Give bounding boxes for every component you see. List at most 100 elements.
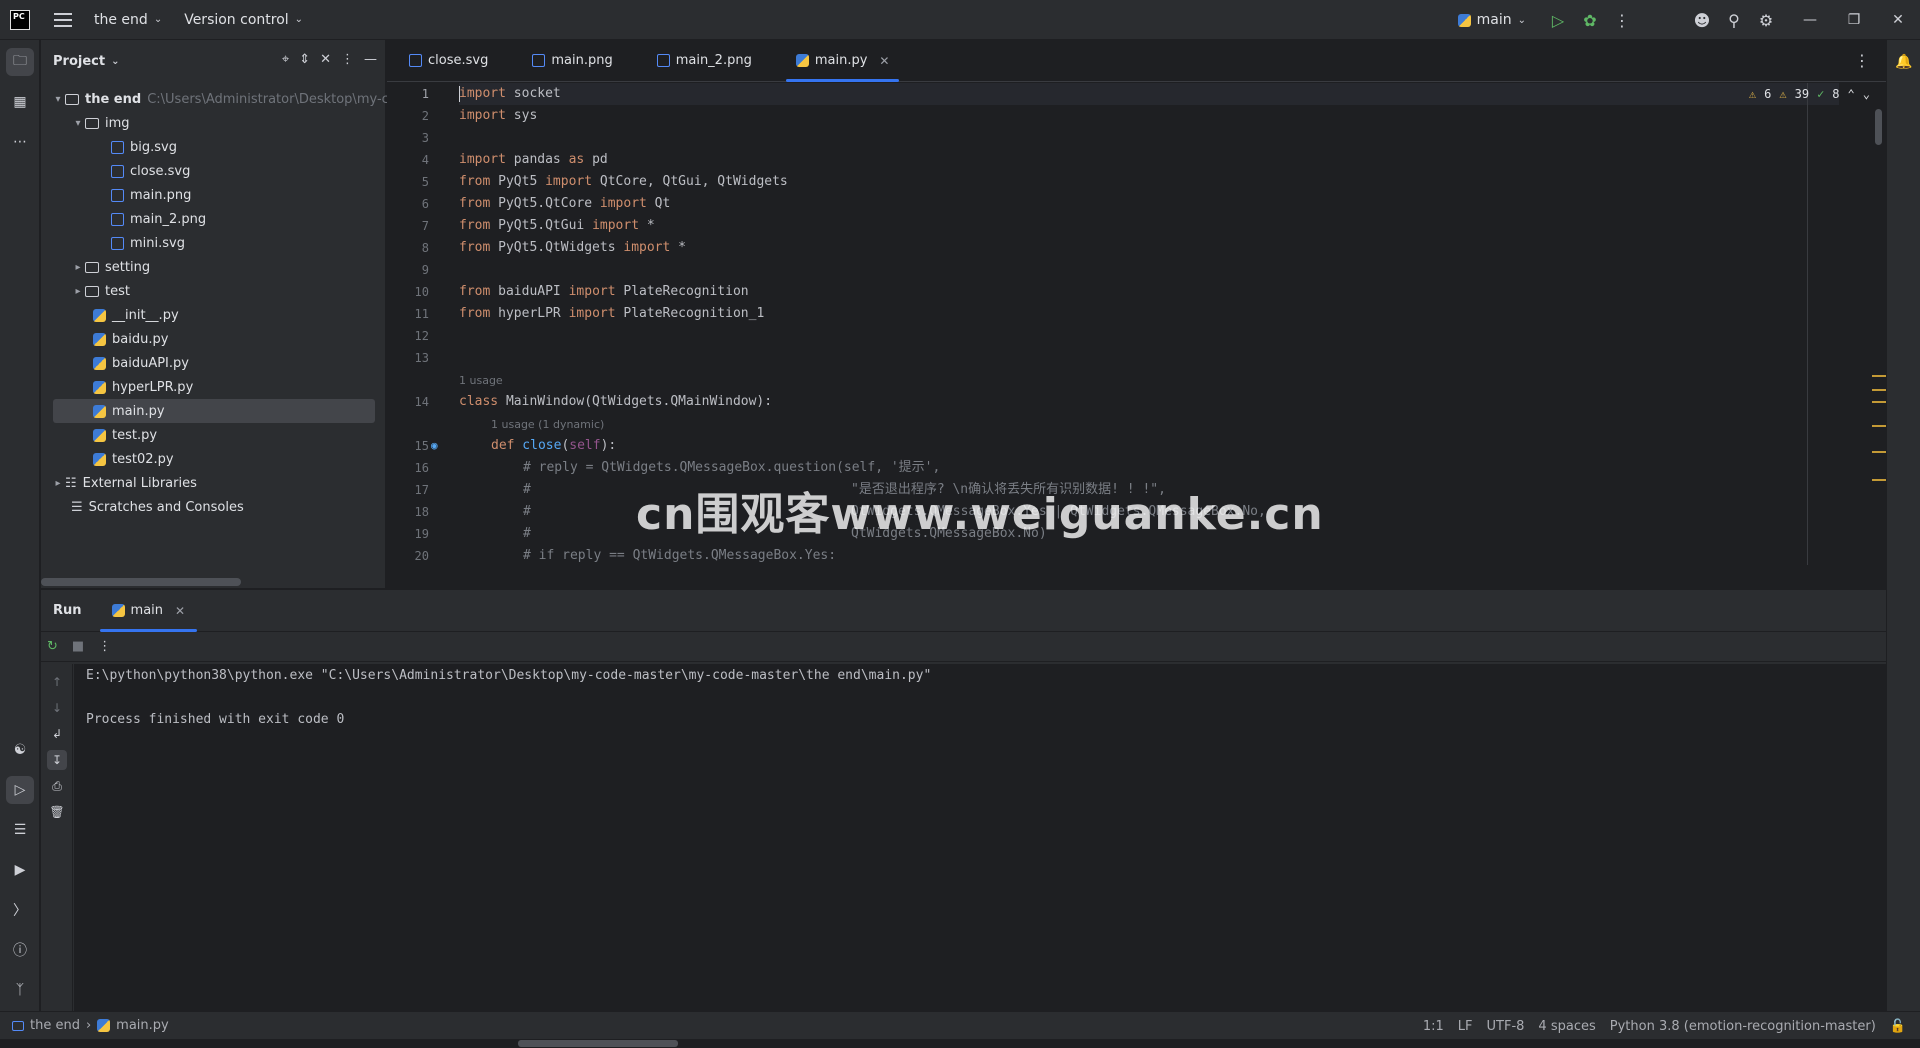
- tree-folder-setting[interactable]: ▸ setting: [71, 255, 150, 279]
- tree-folder-img[interactable]: ▾ img: [71, 111, 129, 135]
- layers-icon[interactable]: ☰: [6, 816, 34, 844]
- horizontal-scrollbar[interactable]: [41, 578, 241, 586]
- search-icon[interactable]: ⚲: [1718, 4, 1750, 36]
- tab-main-py[interactable]: main.py ✕: [780, 40, 906, 82]
- tree-file[interactable]: baiduAPI.py: [93, 351, 189, 375]
- tree-external-libraries[interactable]: ▸ ☷ External Libraries: [51, 471, 196, 495]
- chevron-up-icon[interactable]: ⌃: [1848, 87, 1855, 101]
- indent-setting[interactable]: 4 spaces: [1538, 1019, 1595, 1034]
- tree-file-selected[interactable]: main.py: [53, 399, 375, 423]
- vcs-widget[interactable]: Version control ⌄: [184, 12, 303, 28]
- tree-file[interactable]: test.py: [93, 423, 157, 447]
- tabs-more-icon[interactable]: ⋮: [1854, 51, 1870, 70]
- usage-hint[interactable]: 1 usage (1 dynamic): [491, 418, 604, 431]
- problems-icon[interactable]: ⓘ: [6, 936, 34, 964]
- vertical-scrollbar[interactable]: [1875, 109, 1882, 145]
- expand-all-icon[interactable]: ⇕: [299, 52, 310, 67]
- gear-icon[interactable]: ⚙: [1750, 4, 1782, 36]
- rerun-icon[interactable]: ↻: [47, 639, 58, 654]
- soft-wrap-icon[interactable]: ↲: [47, 724, 67, 744]
- python-file-icon: [93, 404, 106, 418]
- restore-icon[interactable]: ❐: [1832, 0, 1876, 40]
- tree-file[interactable]: big.svg: [111, 135, 177, 159]
- tree-file[interactable]: test02.py: [93, 447, 174, 471]
- override-gutter-icon[interactable]: ◉: [431, 435, 438, 457]
- console-output[interactable]: E:\python\python38\python.exe "C:\Users\…: [74, 664, 1886, 1011]
- image-file-icon: [409, 54, 422, 67]
- structure-tool-icon[interactable]: ▦: [6, 88, 34, 116]
- breadcrumb-project[interactable]: the end: [30, 1018, 80, 1033]
- tab-close-svg[interactable]: close.svg: [393, 40, 504, 82]
- more-icon[interactable]: ⋮: [1606, 4, 1638, 36]
- chevron-down-icon: ⌄: [111, 55, 120, 67]
- arrow-up-icon[interactable]: ↑: [47, 672, 67, 692]
- image-file-icon: [656, 54, 670, 67]
- stop-icon[interactable]: ■: [72, 639, 84, 654]
- inspections-widget[interactable]: ⚠ 6 ⚠ 39 ✓ 8 ⌃ ⌄: [1749, 87, 1870, 101]
- close-tab-icon[interactable]: ✕: [879, 54, 889, 68]
- options-icon[interactable]: ⋮: [341, 52, 354, 67]
- warning-stripe-mark[interactable]: [1872, 451, 1886, 453]
- tree-scratches[interactable]: ☰ Scratches and Consoles: [71, 495, 244, 519]
- tree-file[interactable]: hyperLPR.py: [93, 375, 193, 399]
- python-console-icon[interactable]: ☯: [6, 736, 34, 764]
- caret-position[interactable]: 1:1: [1423, 1019, 1444, 1034]
- tab-main-png[interactable]: main.png: [516, 40, 628, 82]
- tab-main2-png[interactable]: main_2.png: [641, 40, 768, 82]
- debug-icon[interactable]: ✿: [1574, 4, 1606, 36]
- hamburger-icon[interactable]: [54, 12, 72, 27]
- tree-file[interactable]: main.png: [111, 183, 191, 207]
- file-encoding[interactable]: UTF-8: [1487, 1019, 1525, 1034]
- run-config-name: main: [1476, 12, 1512, 28]
- notifications-icon[interactable]: 🔔: [1890, 48, 1918, 76]
- usage-hint[interactable]: 1 usage: [459, 374, 503, 387]
- tree-folder-test[interactable]: ▸ test: [71, 279, 129, 303]
- run-tool-icon[interactable]: ▷: [6, 776, 34, 804]
- run-icon[interactable]: ▷: [1542, 4, 1574, 36]
- image-file-icon: [532, 54, 546, 67]
- arrow-down-icon[interactable]: ↓: [47, 698, 67, 718]
- code-token: sys: [505, 108, 538, 123]
- interpreter[interactable]: Python 3.8 (emotion-recognition-master): [1610, 1019, 1876, 1034]
- collapse-all-icon[interactable]: ✕: [320, 52, 331, 67]
- close-tab-icon[interactable]: ✕: [175, 604, 185, 618]
- tree-root[interactable]: ▾ the end C:\Users\Administrator\Desktop…: [51, 87, 388, 111]
- git-icon[interactable]: ᛉ: [6, 976, 34, 1004]
- locate-icon[interactable]: ⌖: [282, 52, 289, 67]
- tree-file-label: __init__.py: [112, 307, 179, 323]
- print-icon[interactable]: ⎙: [47, 776, 67, 796]
- breadcrumb-file[interactable]: main.py: [116, 1018, 169, 1033]
- hide-panel-icon[interactable]: —: [364, 52, 377, 67]
- image-file-icon: [111, 164, 124, 178]
- chevron-down-icon[interactable]: ⌄: [1863, 87, 1870, 101]
- python-file-icon: [93, 332, 106, 346]
- run-tab-main[interactable]: main ✕: [99, 590, 198, 632]
- more-tools-icon[interactable]: ⋯: [6, 128, 34, 156]
- project-tool-icon[interactable]: 🗀: [6, 48, 34, 76]
- tree-file[interactable]: baidu.py: [93, 327, 168, 351]
- minimize-icon[interactable]: —: [1788, 0, 1832, 40]
- lock-icon[interactable]: 🔓: [1890, 1019, 1906, 1034]
- add-user-icon[interactable]: ☻: [1686, 4, 1718, 36]
- project-switcher[interactable]: the end ⌄: [94, 12, 162, 28]
- services-icon[interactable]: ▶: [6, 856, 34, 884]
- code-line: # if reply == QtWidgets.QMessageBox.Yes:: [523, 548, 837, 563]
- tree-file[interactable]: main_2.png: [111, 207, 206, 231]
- tree-file[interactable]: close.svg: [111, 159, 190, 183]
- scroll-to-end-icon[interactable]: ↧: [47, 750, 67, 770]
- line-separator[interactable]: LF: [1458, 1019, 1473, 1034]
- warning-stripe-mark[interactable]: [1872, 401, 1886, 403]
- warning-stripe-mark[interactable]: [1872, 425, 1886, 427]
- warning-stripe-mark[interactable]: [1872, 479, 1886, 481]
- code-line: from PyQt5.QtCore import Qt: [459, 193, 670, 215]
- bottom-scrollbar[interactable]: [518, 1040, 678, 1047]
- tree-file[interactable]: mini.svg: [111, 231, 185, 255]
- trash-icon[interactable]: 🗑: [47, 802, 67, 822]
- terminal-icon[interactable]: 〉: [6, 896, 34, 924]
- tree-file[interactable]: __init__.py: [93, 303, 179, 327]
- warning-stripe-mark[interactable]: [1872, 389, 1886, 391]
- run-config-selector[interactable]: main ⌄: [1457, 12, 1526, 28]
- more-icon[interactable]: ⋮: [98, 639, 111, 654]
- close-window-icon[interactable]: ✕: [1876, 0, 1920, 40]
- warning-stripe-mark[interactable]: [1872, 375, 1886, 377]
